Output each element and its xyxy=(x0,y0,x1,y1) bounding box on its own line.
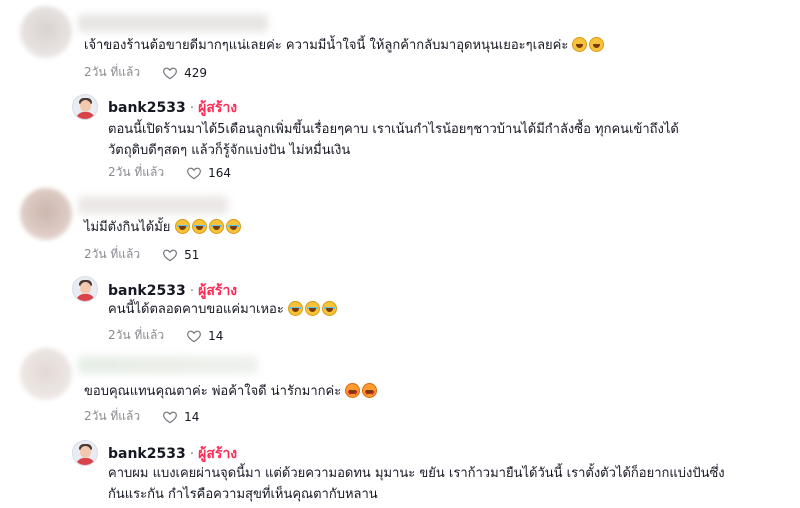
like-count: 51 xyxy=(184,247,200,262)
comment-text: ไม่มีตังกินได้มั้ย xyxy=(84,217,243,238)
reply-username[interactable]: bank2533 · ผู้สร้าง xyxy=(108,443,237,465)
tears-of-joy-emoji xyxy=(321,301,337,316)
tears-of-joy-emoji xyxy=(191,219,207,234)
tears-of-joy-emoji xyxy=(225,219,241,234)
creator-avatar[interactable] xyxy=(72,440,98,466)
timestamp: 2วัน ที่แล้ว xyxy=(84,65,141,79)
like-button[interactable]: 14 xyxy=(162,409,199,425)
like-button[interactable]: 429 xyxy=(162,65,207,81)
tears-of-joy-emoji xyxy=(304,301,320,316)
smiling-face-emoji xyxy=(572,37,588,52)
reply-text: คนนี้ได้ตลอดคาบขอแค่มาเหอะ xyxy=(108,299,339,320)
reply-text-line: กันแระกัน กำไรคือความสุขที่เห็นคุณตากับห… xyxy=(108,487,378,502)
heart-eyes-emoji xyxy=(345,383,361,404)
creator-badge: ผู้สร้าง xyxy=(198,446,238,462)
avatar-blurred[interactable] xyxy=(20,188,72,240)
username-blurred[interactable] xyxy=(78,14,268,32)
comment-text: เจ้าของร้านต้อขายดีมากๆแน่เลยค่ะ ความมีน… xyxy=(84,35,606,56)
creator-badge: ผู้สร้าง xyxy=(198,283,238,299)
timestamp: 2วัน ที่แล้ว xyxy=(108,165,165,179)
avatar-blurred[interactable] xyxy=(20,6,72,58)
username-blurred[interactable] xyxy=(78,356,258,374)
tears-of-joy-emoji xyxy=(174,219,190,234)
heart-outline-icon[interactable] xyxy=(162,65,178,81)
like-button[interactable]: 14 xyxy=(186,328,223,344)
heart-outline-icon[interactable] xyxy=(186,165,202,181)
reply-username[interactable]: bank2533 · ผู้สร้าง xyxy=(108,97,237,119)
tears-of-joy-emoji xyxy=(287,301,303,316)
heart-outline-icon[interactable] xyxy=(162,247,178,263)
comment-meta: 2วัน ที่แล้ว 14 xyxy=(84,407,199,426)
reply-meta: 2วัน ที่แล้ว 14 xyxy=(108,326,223,345)
reply-text-line: คาบผม แบงเคยผ่านจุดนี้มา แต่ด้วยความอดทน… xyxy=(108,466,725,481)
like-count: 429 xyxy=(184,65,208,80)
username-blurred[interactable] xyxy=(78,196,228,214)
smiling-face-emoji xyxy=(589,37,605,52)
timestamp: 2วัน ที่แล้ว xyxy=(84,247,141,261)
heart-eyes-emoji xyxy=(362,383,378,404)
reply-meta: 2วัน ที่แล้ว 164 xyxy=(108,163,231,182)
like-count: 14 xyxy=(208,328,224,343)
creator-avatar[interactable] xyxy=(72,276,98,302)
like-count: 164 xyxy=(208,165,232,180)
reply-text-line: ตอนนี้เปิดร้านมาได้5เดือนลูกเพิ่มขึ้นเรื… xyxy=(108,122,679,137)
comment-text: ขอบคุณแทนคุณตาค่ะ พ่อค้าใจดี น่ารักมากค่… xyxy=(84,381,379,404)
creator-badge: ผู้สร้าง xyxy=(198,100,238,116)
heart-outline-icon[interactable] xyxy=(186,328,202,344)
avatar-blurred[interactable] xyxy=(20,348,72,400)
like-button[interactable]: 51 xyxy=(162,247,199,263)
timestamp: 2วัน ที่แล้ว xyxy=(108,328,165,342)
like-button[interactable]: 164 xyxy=(186,165,231,181)
like-count: 14 xyxy=(184,409,200,424)
comment-meta: 2วัน ที่แล้ว 51 xyxy=(84,245,199,264)
timestamp: 2วัน ที่แล้ว xyxy=(84,409,141,423)
reply-text-line: วัตถุดิบดีๆสดๆ แล้วก็รู้จักแบ่งปัน ไม่หม… xyxy=(108,143,351,158)
creator-avatar[interactable] xyxy=(72,94,98,120)
heart-outline-icon[interactable] xyxy=(162,409,178,425)
comment-meta: 2วัน ที่แล้ว 429 xyxy=(84,63,207,82)
tears-of-joy-emoji xyxy=(208,219,224,234)
